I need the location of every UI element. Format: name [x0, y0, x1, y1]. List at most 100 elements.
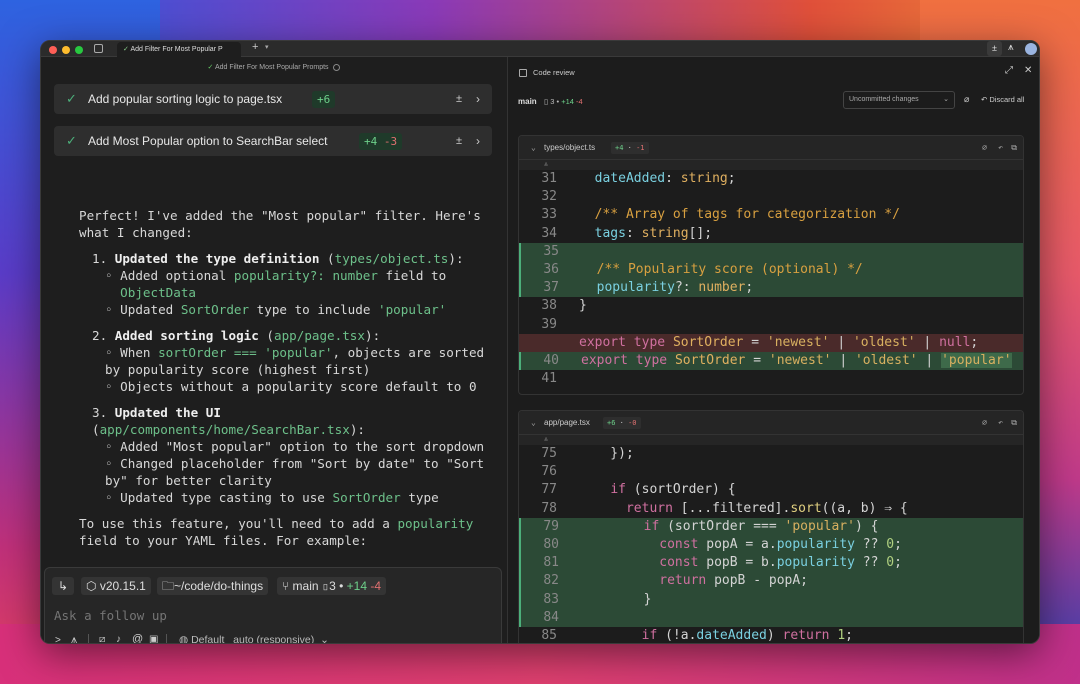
new-tab-icon[interactable]: + [252, 41, 258, 53]
mention-icon[interactable]: @ [132, 633, 143, 643]
diff-icon[interactable]: ± [987, 41, 1002, 56]
open-external-icon[interactable]: ⧉ [1011, 411, 1017, 435]
discard-label: Discard all [989, 95, 1025, 104]
attach-icon[interactable]: ⌀ [964, 94, 969, 105]
section-3: 3. Updated the UI (app/components/home/S… [92, 405, 485, 505]
removed-count: -1 [636, 144, 645, 152]
code-line-added: 36 /** Popularity score (optional) */ [519, 260, 1023, 280]
file-header[interactable]: ⌄ app/page.tsx +6 · -0 ⌀ ↶ ⧉ [519, 411, 1023, 435]
image-icon[interactable]: ▣ [149, 634, 158, 643]
code-line: 41 [541, 371, 557, 387]
code: 'popular' [378, 302, 447, 317]
expand-lines-icon[interactable]: ⩓ [519, 435, 1023, 445]
path: ~/code/do-things [174, 579, 264, 593]
attach-icon[interactable]: ⌀ [982, 411, 987, 435]
change-card-searchbar[interactable]: ✓ Add Most Popular option to SearchBar s… [54, 126, 492, 156]
maximize-window-button[interactable] [75, 46, 83, 54]
status-circle-icon [333, 63, 341, 71]
removed-count: -0 [628, 419, 637, 427]
file-header[interactable]: ⌄ types/object.ts +4 · -1 ⌀ ↶ ⧉ [519, 136, 1023, 160]
code: popularity [397, 516, 474, 531]
file-link[interactable]: app/page.tsx [274, 328, 365, 343]
mode-label: Default [191, 634, 225, 644]
removed-count: -4 [370, 579, 382, 593]
card-label: Add popular sorting logic to page.tsx [88, 92, 283, 106]
chevron-down-icon[interactable]: ⌄ [531, 411, 536, 435]
code-line: 32 [541, 189, 557, 205]
review-stats: ▯ 3 • +14 -4 [544, 97, 583, 106]
minimize-window-button[interactable] [62, 46, 70, 54]
code: SortOrder [332, 490, 401, 505]
node-version-chip[interactable]: ⬡ v20.15.1 [81, 577, 151, 595]
branch: main [518, 97, 537, 106]
text: When [120, 345, 159, 360]
open-external-icon[interactable]: ⧉ [1011, 136, 1017, 160]
branch: main [292, 579, 319, 593]
card-label: Add Most Popular option to SearchBar sel… [88, 134, 328, 148]
section-title: Added sorting logic [114, 328, 259, 343]
text: Added optional [120, 268, 234, 283]
text: Objects without a popularity score defau… [120, 379, 477, 394]
diff-icon[interactable]: ± [456, 84, 462, 114]
section-2: 2. Added sorting logic (app/page.tsx): ◦… [92, 328, 485, 394]
text: field to [377, 268, 447, 283]
follow-up-input[interactable] [54, 606, 474, 624]
check-icon: ✓ [66, 91, 77, 106]
code-line: 85 if (!a.dateAdded) return 1; [541, 627, 853, 643]
title-bar: ✓ Add Filter For Most Popular P + ▾ ± ⩚ [41, 41, 1039, 57]
chevron-down-icon: ⌄ [320, 634, 329, 644]
undo-icon[interactable]: ↶ [998, 136, 1003, 160]
attach-icon[interactable]: ⌀ [982, 136, 987, 160]
review-header: Code review ⤢ ✕ [508, 57, 1039, 93]
app-window: ✓ Add Filter For Most Popular P + ▾ ± ⩚ … [40, 40, 1040, 644]
microphone-icon[interactable]: ♪ [116, 634, 121, 643]
file-link[interactable]: app/components/home/SearchBar.tsx [100, 422, 350, 437]
diff-file-page: ⌄ app/page.tsx +6 · -0 ⌀ ↶ ⧉ ⩓ 75 }); 76… [518, 410, 1024, 643]
tab-title: Add Filter For Most Popular P [130, 46, 223, 53]
file-diff-badge: +6 · -0 [603, 417, 641, 429]
file-link[interactable]: types/object.ts [335, 251, 449, 266]
tab-dropdown-icon[interactable]: ▾ [265, 43, 269, 51]
agent-icon[interactable]: ⩚ [1008, 42, 1014, 53]
agent-mode-icon[interactable]: ⩚ [71, 634, 77, 643]
chevron-right-icon[interactable]: › [476, 84, 480, 114]
change-card-page[interactable]: ✓ Add popular sorting logic to page.tsx … [54, 84, 492, 114]
file-name: types/object.ts [544, 143, 596, 152]
model-icon: ◍ [179, 634, 192, 644]
expand-icon[interactable]: ⤢ [1005, 65, 1013, 76]
message-outro: To use this feature, you'll need to add … [79, 515, 499, 549]
tab-active[interactable]: ✓ Add Filter For Most Popular P [117, 42, 241, 57]
chevron-down-icon[interactable]: ⌄ [531, 136, 536, 160]
task-header: ✓ Add Filter For Most Popular Prompts [41, 63, 507, 71]
code-line: 38} [541, 298, 587, 314]
check-icon: ✓ [66, 133, 77, 148]
check-icon: ✓ [207, 64, 215, 71]
git-chip[interactable]: ⑂ main ▯3 • +14 -4 [277, 577, 387, 595]
sidebar-toggle-icon[interactable] [94, 44, 103, 53]
close-window-button[interactable] [49, 46, 57, 54]
close-icon[interactable]: ✕ [1024, 65, 1032, 76]
discard-button[interactable]: ↶ Discard all [981, 95, 1024, 104]
code-line-added: 80 const popA = a.popularity ?? 0; [519, 535, 1023, 555]
code-line-added: 79 if (sortOrder === 'popular') { [519, 517, 1023, 536]
return-icon[interactable]: ↳ [52, 577, 74, 595]
diff-icon[interactable]: ± [456, 126, 462, 156]
added-count: +6 [607, 419, 616, 427]
expand-lines-icon[interactable]: ⩓ [519, 160, 1023, 170]
panel-title: Code review [533, 68, 575, 77]
chevron-right-icon[interactable]: › [476, 126, 480, 156]
changes-select[interactable]: Uncommitted changes ⌄ [843, 91, 955, 109]
added-count: +14 [346, 579, 368, 593]
diff-file-object: ⌄ types/object.ts +4 · -1 ⌀ ↶ ⧉ ⩓ 31 dat… [518, 135, 1024, 395]
avatar[interactable] [1025, 43, 1037, 55]
path-chip[interactable]: 🗀~/code/do-things [157, 577, 269, 595]
model-selector[interactable]: ◍ Default auto (responsive) ⌄ [173, 630, 335, 644]
chevron-down-icon: ⌄ [943, 96, 949, 103]
undo-icon[interactable]: ↶ [998, 411, 1003, 435]
section-title: Updated the UI [114, 405, 221, 420]
slash-command-icon[interactable]: ⧄ [99, 634, 105, 643]
terminal-icon[interactable]: >_ [55, 635, 66, 643]
code-line-added: 82 return popB - popA; [519, 572, 1023, 591]
branch-icon: ⑂ [282, 579, 293, 593]
code-line-added: 84 [519, 608, 1023, 627]
